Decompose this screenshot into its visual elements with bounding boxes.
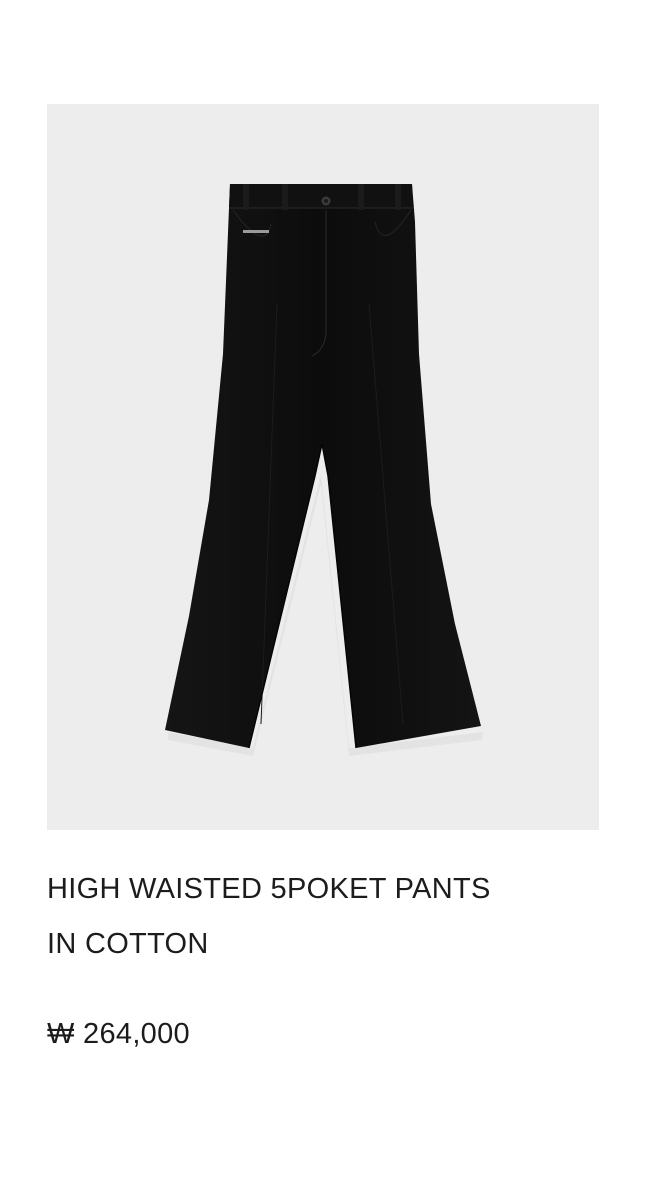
product-title[interactable]: HIGH WAISTED 5POKET PANTS IN COTTON <box>47 862 607 972</box>
product-price: ₩ 264,000 <box>47 1018 190 1050</box>
product-title-line-2: IN COTTON <box>47 928 209 960</box>
pants-body <box>165 184 481 748</box>
pocket-label <box>243 230 269 233</box>
product-image[interactable] <box>47 104 599 830</box>
product-card[interactable]: HIGH WAISTED 5POKET PANTS IN COTTON ₩ 26… <box>0 0 659 1200</box>
product-title-line-1: HIGH WAISTED 5POKET PANTS <box>47 873 491 905</box>
pants-illustration <box>165 184 483 756</box>
